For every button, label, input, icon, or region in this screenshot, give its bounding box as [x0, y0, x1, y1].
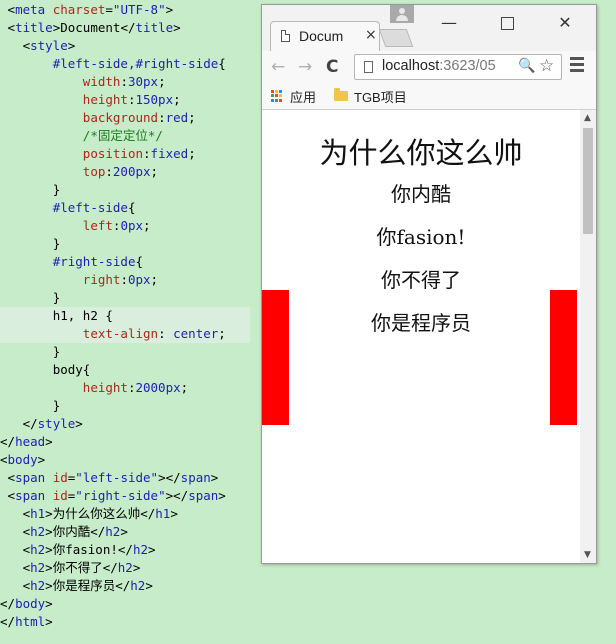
code-line[interactable]: <h2>你内酷</h2> — [0, 523, 128, 541]
code-line[interactable]: #left-side,#right-side{ — [0, 55, 226, 73]
bookmark-folder-tgb[interactable]: TGB项目 — [354, 87, 407, 106]
scroll-up-arrow-icon[interactable]: ▲ — [584, 113, 591, 123]
code-line[interactable]: /*固定定位*/ — [0, 127, 163, 145]
code-line[interactable]: <meta charset="UTF-8"> — [0, 1, 174, 19]
code-line[interactable]: <h2>你fasion!</h2> — [0, 541, 156, 559]
subheading-3: 你不得了 — [381, 268, 461, 292]
scroll-down-arrow-icon[interactable]: ▼ — [584, 550, 591, 560]
left-side-bar — [262, 290, 289, 425]
code-line[interactable]: </html> — [0, 613, 53, 631]
scrollbar-thumb[interactable] — [583, 128, 593, 234]
zoom-icon[interactable]: 🔍 — [518, 58, 535, 74]
tab-document[interactable]: Docum × — [270, 21, 380, 51]
tab-close-icon[interactable]: × — [365, 27, 377, 43]
code-line[interactable]: <h1>为什么你这么帅</h1> — [0, 505, 178, 523]
code-line[interactable]: height:150px; — [0, 91, 181, 109]
apps-grid-icon[interactable] — [271, 90, 283, 102]
title-bar: Docum × — ✕ — [262, 5, 596, 51]
code-line[interactable]: #left-side{ — [0, 199, 136, 217]
code-line[interactable]: } — [0, 235, 61, 253]
code-editor[interactable]: <meta charset="UTF-8"> <title>Document</… — [0, 0, 262, 644]
subheading-2: 你fasion! — [376, 225, 466, 249]
document-icon — [281, 30, 290, 42]
toolbar: ← → C localhost:3623/05 🔍 ☆ — [262, 51, 596, 83]
code-line[interactable]: <h2>你不得了</h2> — [0, 559, 141, 577]
right-side-bar — [550, 290, 577, 425]
code-line[interactable]: background:red; — [0, 109, 196, 127]
menu-icon[interactable] — [570, 57, 584, 75]
code-line[interactable]: } — [0, 397, 61, 415]
subheading-1: 你内酷 — [391, 182, 451, 206]
new-tab-button[interactable] — [378, 29, 414, 47]
code-line[interactable]: <title>Document</title> — [0, 19, 181, 37]
code-line[interactable]: <h2>你是程序员</h2> — [0, 577, 153, 595]
folder-icon — [334, 88, 348, 101]
browser-window: Docum × — ✕ ← → C localhost:3623/05 🔍 ☆ … — [261, 4, 597, 564]
url-text[interactable]: localhost:3623/05 — [382, 58, 496, 74]
code-line[interactable]: h1, h2 { — [0, 307, 250, 325]
code-line[interactable]: <span id="right-side"></span> — [0, 487, 226, 505]
bookmarks-bar: 应用 TGB项目 — [262, 83, 596, 110]
code-line[interactable]: top:200px; — [0, 163, 158, 181]
code-line[interactable]: text-align: center; — [0, 325, 250, 343]
code-line[interactable]: } — [0, 289, 61, 307]
code-line[interactable]: <style> — [0, 37, 76, 55]
code-line[interactable]: } — [0, 343, 61, 361]
bookmark-apps[interactable]: 应用 — [290, 87, 316, 106]
code-line[interactable]: position:fixed; — [0, 145, 196, 163]
code-line[interactable]: body{ — [0, 361, 91, 379]
profile-icon[interactable] — [390, 5, 414, 23]
subheading-4: 你是程序员 — [371, 311, 471, 335]
page-icon — [364, 61, 373, 73]
reload-icon[interactable]: C — [326, 57, 338, 77]
code-line[interactable]: </style> — [0, 415, 83, 433]
minimize-button[interactable]: — — [434, 13, 464, 32]
code-line[interactable]: </body> — [0, 595, 53, 613]
code-line[interactable]: } — [0, 181, 61, 199]
code-line[interactable]: width:30px; — [0, 73, 166, 91]
code-line[interactable]: right:0px; — [0, 271, 158, 289]
code-line[interactable]: height:2000px; — [0, 379, 188, 397]
forward-arrow-icon[interactable]: → — [298, 57, 312, 77]
page-heading: 为什么你这么帅 — [319, 136, 523, 170]
vertical-scrollbar[interactable]: ▲ ▼ — [580, 110, 596, 563]
code-line[interactable]: <body> — [0, 451, 45, 469]
close-window-button[interactable]: ✕ — [550, 13, 580, 32]
tab-title: Docum — [299, 28, 344, 44]
bookmark-star-icon[interactable]: ☆ — [539, 56, 554, 76]
code-line[interactable]: #right-side{ — [0, 253, 143, 271]
page-viewport: 为什么你这么帅 你内酷 你fasion! 你不得了 你是程序员 ▲ ▼ — [262, 110, 596, 563]
code-line[interactable]: <span id="left-side"></span> — [0, 469, 219, 487]
address-bar[interactable]: localhost:3623/05 🔍 ☆ — [354, 54, 562, 80]
maximize-button[interactable] — [492, 13, 522, 34]
code-line[interactable]: left:0px; — [0, 217, 151, 235]
back-arrow-icon[interactable]: ← — [271, 57, 285, 77]
code-line[interactable]: </head> — [0, 433, 53, 451]
